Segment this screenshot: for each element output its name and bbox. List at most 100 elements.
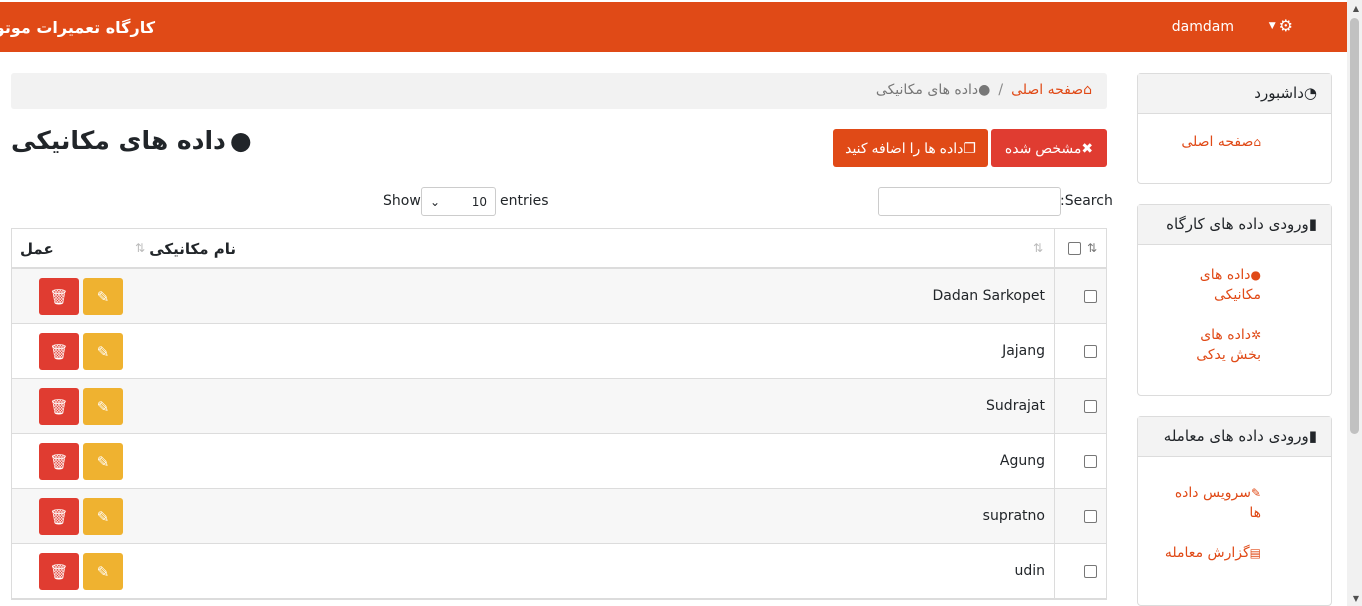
sidebar-card-transaction: ▮ورودی داده های معامله ✎سرویس داده ها ▤گ… bbox=[1137, 416, 1332, 606]
mechanic-name: udin bbox=[1014, 563, 1045, 579]
card-header: ▮ورودی داده های معامله bbox=[1138, 417, 1331, 457]
scroll-up-icon[interactable]: ▲ bbox=[1353, 4, 1359, 13]
sort-icon[interactable]: ⇅ bbox=[1033, 241, 1043, 255]
mechanic-name: Sudrajat bbox=[986, 398, 1045, 414]
sort-icon[interactable]: ⇅ bbox=[135, 241, 145, 255]
username[interactable]: damdam bbox=[1172, 19, 1234, 35]
home-icon: ⌂ bbox=[1253, 135, 1261, 149]
top-navbar: کارگاه تعمیرات موتور damdam ▼ ⚙ bbox=[0, 2, 1347, 52]
clear-selected-button[interactable]: ✖ مشخص شده bbox=[991, 129, 1107, 167]
trash-icon: 🗑 bbox=[49, 287, 69, 306]
close-icon: ✖ bbox=[1081, 139, 1094, 156]
trash-icon: 🗑 bbox=[49, 507, 69, 526]
entries-label: entries bbox=[500, 193, 549, 209]
scrollbar[interactable]: ▲ ▼ bbox=[1347, 0, 1362, 606]
breadcrumb-separator: / bbox=[998, 82, 1004, 98]
trash-icon: 🗑 bbox=[49, 562, 69, 581]
edit-button[interactable]: ✎ bbox=[83, 443, 123, 480]
table-row: supratno ✎ 🗑 bbox=[12, 489, 1106, 544]
table-row: Jajang ✎ 🗑 bbox=[12, 324, 1106, 379]
cogs-icon: ✲ bbox=[1250, 328, 1261, 342]
mechanic-name: Dadan Sarkopet bbox=[932, 288, 1045, 304]
chevron-down-icon: ⌄ bbox=[430, 194, 441, 209]
breadcrumb-home[interactable]: ⌂صفحه اصلی bbox=[1011, 82, 1092, 98]
pencil-icon: ✎ bbox=[96, 287, 110, 306]
dashboard-icon: ◔ bbox=[1303, 84, 1317, 102]
mechanics-table: ⇅ ⇅ نام مکانیکی ⇅ عمل Dadan Sarkopet ✎ 🗑 Ja… bbox=[11, 228, 1107, 600]
add-data-button[interactable]: ❐ داده ها را اضافه کنید bbox=[833, 129, 988, 167]
mechanic-name: Agung bbox=[999, 453, 1045, 469]
row-checkbox[interactable] bbox=[1084, 565, 1097, 578]
edit-button[interactable]: ✎ bbox=[83, 278, 123, 315]
row-checkbox-cell bbox=[1054, 269, 1106, 323]
show-label: Show bbox=[383, 193, 421, 209]
pencil-icon: ✎ bbox=[96, 562, 110, 581]
table-row: Dadan Sarkopet ✎ 🗑 bbox=[12, 269, 1106, 324]
row-checkbox-cell bbox=[1054, 544, 1106, 598]
settings-menu[interactable]: ▼ ⚙ bbox=[1269, 16, 1293, 35]
row-checkbox-cell bbox=[1054, 434, 1106, 488]
sidebar-item-mechanics[interactable]: ●داده های مکانیکی bbox=[1191, 265, 1261, 305]
mechanic-name: Jajang bbox=[1002, 343, 1045, 359]
select-all-checkbox[interactable] bbox=[1068, 242, 1081, 255]
row-checkbox[interactable] bbox=[1084, 400, 1097, 413]
table-row: Agung ✎ 🗑 bbox=[12, 434, 1106, 489]
delete-button[interactable]: 🗑 bbox=[39, 553, 79, 590]
scroll-thumb[interactable] bbox=[1350, 18, 1359, 434]
card-header: ◔داشبورد bbox=[1138, 74, 1331, 114]
pencil-icon: ✎ bbox=[96, 452, 110, 471]
table-header: ⇅ ⇅ نام مکانیکی ⇅ عمل bbox=[12, 229, 1106, 269]
edit-button[interactable]: ✎ bbox=[83, 388, 123, 425]
pencil-icon: ✎ bbox=[96, 342, 110, 361]
home-icon: ⌂ bbox=[1083, 82, 1092, 98]
entries-select[interactable]: ⌄ 10 bbox=[421, 187, 496, 216]
breadcrumb-current: ●داده های مکانیکی bbox=[875, 82, 991, 98]
app-title[interactable]: کارگاه تعمیرات موتور bbox=[0, 18, 155, 37]
sidebar-card-workshop: ▮ورودی داده های کارگاه ●داده های مکانیکی… bbox=[1137, 204, 1332, 396]
search-label: Search: bbox=[1060, 193, 1113, 209]
delete-button[interactable]: 🗑 bbox=[39, 498, 79, 535]
sidebar-item-service[interactable]: ✎سرویس داده ها bbox=[1171, 483, 1261, 523]
search-input[interactable] bbox=[878, 187, 1061, 216]
sidebar-item-report[interactable]: ▤گزارش معامله bbox=[1161, 543, 1261, 563]
gear-icon: ⚙ bbox=[1278, 16, 1293, 35]
delete-button[interactable]: 🗑 bbox=[39, 333, 79, 370]
row-checkbox[interactable] bbox=[1084, 345, 1097, 358]
trash-icon: 🗑 bbox=[49, 452, 69, 471]
row-checkbox[interactable] bbox=[1084, 510, 1097, 523]
sort-icon[interactable]: ⇅ bbox=[1087, 241, 1097, 255]
breadcrumb: ⌂صفحه اصلی / ●داده های مکانیکی bbox=[11, 73, 1107, 109]
scroll-down-icon[interactable]: ▼ bbox=[1353, 594, 1359, 603]
edit-button[interactable]: ✎ bbox=[83, 333, 123, 370]
table-row: Sudrajat ✎ 🗑 bbox=[12, 379, 1106, 434]
edit-button[interactable]: ✎ bbox=[83, 498, 123, 535]
row-checkbox-cell bbox=[1054, 489, 1106, 543]
row-checkbox[interactable] bbox=[1084, 455, 1097, 468]
delete-button[interactable]: 🗑 bbox=[39, 278, 79, 315]
table-row: udin ✎ 🗑 bbox=[12, 544, 1106, 599]
pencil-icon: ✎ bbox=[96, 507, 110, 526]
delete-button[interactable]: 🗑 bbox=[39, 388, 79, 425]
copy-icon: ❐ bbox=[963, 139, 976, 156]
header-checkbox-cell: ⇅ bbox=[1054, 229, 1106, 269]
users-icon: ● bbox=[978, 82, 991, 98]
column-header-name[interactable]: نام مکانیکی bbox=[149, 240, 236, 258]
file-pdf-icon: ▤ bbox=[1249, 546, 1261, 560]
file-icon: ▮ bbox=[1308, 427, 1317, 445]
users-icon: ● bbox=[1250, 268, 1261, 282]
sidebar-item-spareparts[interactable]: ✲داده های بخش یدکی bbox=[1191, 325, 1261, 365]
trash-icon: 🗑 bbox=[49, 397, 69, 416]
sidebar-item-home[interactable]: ⌂صفحه اصلی bbox=[1141, 132, 1261, 152]
wrench-icon: ✎ bbox=[1250, 486, 1261, 500]
page-title: ● داده های مکانیکی bbox=[11, 126, 252, 155]
pencil-icon: ✎ bbox=[96, 397, 110, 416]
file-icon: ▮ bbox=[1308, 215, 1317, 233]
edit-button[interactable]: ✎ bbox=[83, 553, 123, 590]
column-header-action: عمل bbox=[20, 240, 54, 258]
row-checkbox-cell bbox=[1054, 324, 1106, 378]
delete-button[interactable]: 🗑 bbox=[39, 443, 79, 480]
card-header: ▮ورودی داده های کارگاه bbox=[1138, 205, 1331, 245]
mechanic-name: supratno bbox=[982, 508, 1045, 524]
row-checkbox[interactable] bbox=[1084, 290, 1097, 303]
trash-icon: 🗑 bbox=[49, 342, 69, 361]
